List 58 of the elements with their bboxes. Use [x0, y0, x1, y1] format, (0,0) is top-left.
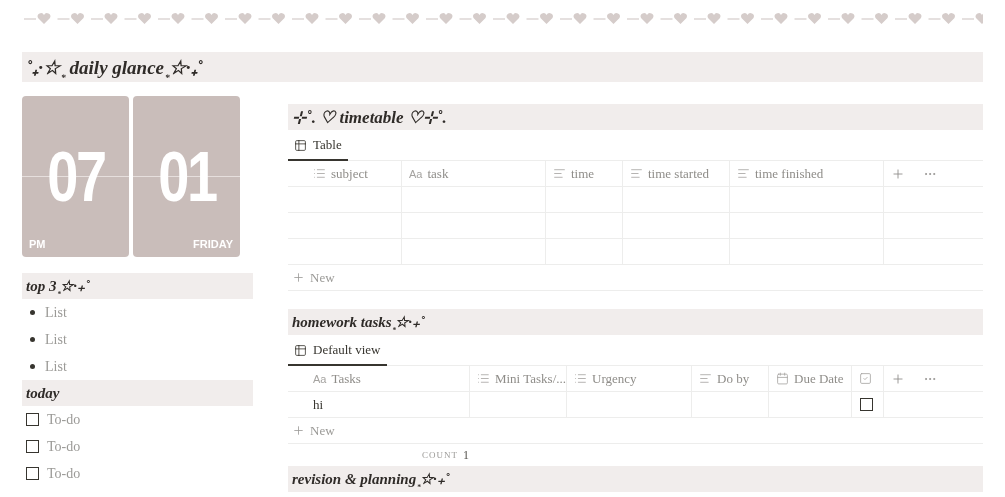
section-heading: revision & planning ͙☆·₊˚ — [288, 466, 983, 492]
period-label: PM — [29, 238, 46, 250]
checkbox[interactable] — [26, 413, 39, 426]
list-item: List — [45, 331, 67, 348]
list-icon — [477, 372, 490, 385]
checkbox[interactable] — [860, 398, 873, 411]
checkbox[interactable] — [26, 467, 39, 480]
hour-digits: 07 — [46, 136, 105, 217]
text-lines-icon — [699, 372, 712, 385]
section-heading: homework tasks ͙☆·₊˚ — [288, 309, 983, 335]
column-header[interactable]: Aa Tasks — [288, 366, 469, 392]
list-icon — [574, 372, 587, 385]
column-header[interactable]: Mini Tasks/... — [469, 366, 566, 392]
minute-digits: 01 — [157, 136, 216, 217]
todo-label: To-do — [47, 465, 81, 482]
column-header[interactable]: Aa task — [401, 161, 545, 187]
day-label: FRIDAY — [193, 238, 233, 250]
section-heading: ⊹˚. ♡ timetable ♡⊹˚. — [288, 104, 983, 130]
add-column-icon[interactable] — [891, 166, 905, 181]
table-icon — [294, 343, 307, 357]
column-header[interactable]: time finished — [729, 161, 883, 187]
column-header[interactable]: time — [545, 161, 622, 187]
new-row-button[interactable]: New — [288, 265, 983, 291]
text-type-icon: Aa — [313, 372, 327, 385]
column-header[interactable]: subject — [288, 161, 401, 187]
new-row-button[interactable]: New — [288, 418, 983, 444]
plus-icon — [292, 271, 305, 284]
column-header[interactable]: Do by — [691, 366, 768, 392]
todo-label: To-do — [47, 411, 81, 428]
column-header[interactable]: Due Date — [768, 366, 851, 392]
bullet-icon — [30, 337, 35, 342]
view-tab[interactable]: Table — [288, 137, 348, 161]
page-title: ˚₊·☆ ͙ daily glance ͙☆·₊˚ — [22, 52, 983, 82]
section-heading: today — [22, 380, 253, 406]
text-lines-icon — [737, 167, 750, 180]
checkbox-icon — [859, 372, 872, 385]
text-lines-icon — [553, 167, 566, 180]
text-type-icon: Aa — [409, 167, 423, 180]
table-cell: hi — [288, 392, 469, 418]
list-item: List — [45, 358, 67, 375]
checkbox[interactable] — [26, 440, 39, 453]
bullet-icon — [30, 364, 35, 369]
todo-label: To-do — [47, 438, 81, 455]
calendar-icon — [776, 372, 789, 385]
section-heading: top 3 ͙☆·₊˚ — [22, 273, 253, 299]
add-column-icon[interactable] — [891, 371, 905, 386]
column-header[interactable] — [851, 366, 883, 392]
list-icon — [313, 167, 326, 180]
list-item: List — [45, 304, 67, 321]
plus-icon — [292, 424, 305, 437]
count-label: COUNT — [422, 450, 458, 460]
bullet-icon — [30, 310, 35, 315]
count-value: 1 — [463, 447, 469, 463]
table-icon — [294, 138, 307, 152]
text-lines-icon — [630, 167, 643, 180]
column-header[interactable]: Urgency — [566, 366, 691, 392]
column-header[interactable]: time started — [622, 161, 729, 187]
view-tab[interactable]: Default view — [288, 342, 387, 366]
